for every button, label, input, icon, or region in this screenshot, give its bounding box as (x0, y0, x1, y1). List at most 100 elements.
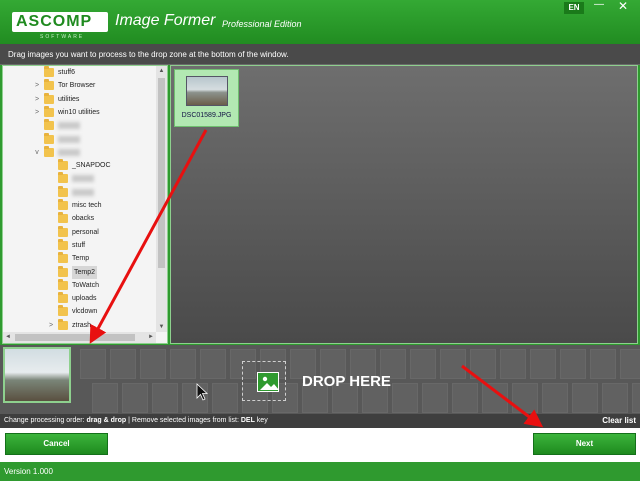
tree-item[interactable]: _SNAPDOC (3, 159, 156, 172)
tree-item[interactable]: uploads (3, 292, 156, 305)
folder-icon (58, 185, 68, 197)
expand-toggle-icon[interactable]: > (33, 106, 41, 119)
mouse-cursor-icon (196, 383, 209, 401)
tree-item[interactable]: vlcdown (3, 305, 156, 318)
tree-item[interactable]: misc tech (3, 199, 156, 212)
folder-icon (44, 132, 54, 144)
tree-item[interactable]: > utilities (3, 92, 156, 106)
file-browser-panel[interactable]: DSC01589.JPG (170, 65, 638, 344)
title-bar: ASCOMP SOFTWARE Image Former Professiona… (0, 0, 640, 44)
placeholder-tile (122, 383, 148, 413)
scroll-down-icon[interactable]: ▼ (156, 322, 167, 332)
tree-item[interactable]: > Tor Browser (3, 79, 156, 92)
folder-icon (58, 159, 68, 171)
app-window: ASCOMP SOFTWARE Image Former Professiona… (0, 0, 640, 481)
edition-label: Professional Edition (222, 19, 302, 29)
placeholder-tile (602, 383, 628, 413)
expand-toggle-icon[interactable]: > (33, 93, 41, 106)
tree-item[interactable] (3, 132, 156, 146)
placeholder-tile (92, 383, 118, 413)
tree-item[interactable]: ToWatch (3, 278, 156, 292)
folder-icon (58, 238, 68, 250)
drop-here-label: DROP HERE (302, 373, 391, 390)
placeholder-tile (500, 349, 526, 379)
tree-item-label: vlcdown (72, 308, 98, 316)
folder-tree-panel: stuff6 > Tor Browser > utilities > win10 utili… (2, 65, 168, 344)
tree-item[interactable]: stuff (3, 238, 156, 252)
tree-horizontal-scrollbar[interactable]: ◄ ► (3, 332, 156, 343)
drop-zone[interactable]: DROP HERE (0, 345, 640, 414)
folder-tree[interactable]: stuff6 > Tor Browser > utilities > win10 utili… (3, 66, 156, 332)
tree-item[interactable]: v (3, 145, 156, 159)
file-item[interactable]: DSC01589.JPG (174, 69, 239, 127)
tree-item-label (72, 188, 94, 196)
folder-icon (58, 265, 68, 277)
tree-item[interactable]: stuff6 (3, 66, 156, 79)
tree-item[interactable] (3, 119, 156, 132)
placeholder-tile (590, 349, 616, 379)
placeholder-tile (572, 383, 598, 413)
folder-icon (44, 66, 54, 77)
image-icon (257, 372, 279, 392)
placeholder-tile (110, 349, 136, 379)
ascomp-logo: ASCOMP (12, 12, 108, 32)
tree-item-label: utilities (58, 95, 80, 103)
cancel-button[interactable]: Cancel (5, 433, 108, 455)
tree-item-label: win10 utilities (58, 108, 100, 116)
remove-hint-label: | Remove selected images from list: (128, 417, 239, 424)
tree-item-label: uploads (72, 295, 97, 303)
placeholder-tile (470, 349, 496, 379)
tree-item[interactable]: personal (3, 225, 156, 239)
tree-item-label: Temp (72, 255, 90, 263)
tree-item-label (58, 122, 80, 130)
placeholder-tile (422, 383, 448, 413)
folder-icon (58, 172, 68, 184)
scroll-up-icon[interactable]: ▲ (156, 66, 167, 76)
dropped-image-thumbnail[interactable] (3, 347, 71, 403)
placeholder-tile (482, 383, 508, 413)
tree-item[interactable]: Temp (3, 252, 156, 265)
scroll-left-icon[interactable]: ◄ (3, 332, 13, 343)
placeholder-tile (632, 383, 640, 413)
tree-item[interactable]: > win10 utilities (3, 105, 156, 119)
hint-bar: Change processing order: drag & drop | R… (0, 414, 640, 428)
tree-item-label (72, 175, 94, 183)
placeholder-tile (170, 349, 196, 379)
tree-item-label: misc tech (72, 202, 102, 209)
placeholder-tile (560, 349, 586, 379)
clear-list-link[interactable]: Clear list (602, 414, 636, 428)
placeholder-tile (140, 349, 166, 379)
expand-toggle-icon[interactable]: > (47, 319, 55, 332)
tree-item[interactable]: obacks (3, 212, 156, 225)
app-title: Image Former (115, 12, 216, 29)
horizontal-scroll-thumb[interactable] (15, 334, 135, 341)
language-button[interactable]: EN (564, 2, 584, 14)
expand-toggle-icon[interactable]: v (33, 146, 41, 159)
tree-item[interactable]: Temp2 (3, 265, 156, 279)
tree-item-label: ToWatch (72, 281, 99, 289)
tree-item-label (58, 148, 80, 156)
placeholder-tile (410, 349, 436, 379)
close-button[interactable]: ✕ (611, 0, 635, 14)
tree-item-label: stuff (72, 241, 86, 249)
tree-item[interactable] (3, 172, 156, 185)
tree-item-label: Tor Browser (58, 82, 96, 90)
folder-icon (58, 318, 68, 330)
expand-toggle-icon[interactable]: > (33, 79, 41, 92)
scroll-right-icon[interactable]: ► (146, 332, 156, 343)
folder-icon (58, 252, 68, 264)
placeholder-tile (200, 349, 226, 379)
placeholder-tile (542, 383, 568, 413)
vertical-scroll-thumb[interactable] (158, 78, 165, 268)
folder-icon (44, 119, 54, 131)
tree-item[interactable] (3, 185, 156, 199)
ascomp-logo-sub: SOFTWARE (40, 34, 85, 40)
drop-image-icon (242, 361, 286, 401)
folder-icon (58, 199, 68, 210)
tree-item-label (58, 135, 80, 143)
minimize-button[interactable]: — (591, 0, 607, 12)
next-button[interactable]: Next (533, 433, 636, 455)
tree-item-label: ztrash (72, 321, 92, 329)
tree-vertical-scrollbar[interactable]: ▲ ▼ (156, 66, 167, 332)
tree-item[interactable]: > ztrash (3, 318, 156, 332)
